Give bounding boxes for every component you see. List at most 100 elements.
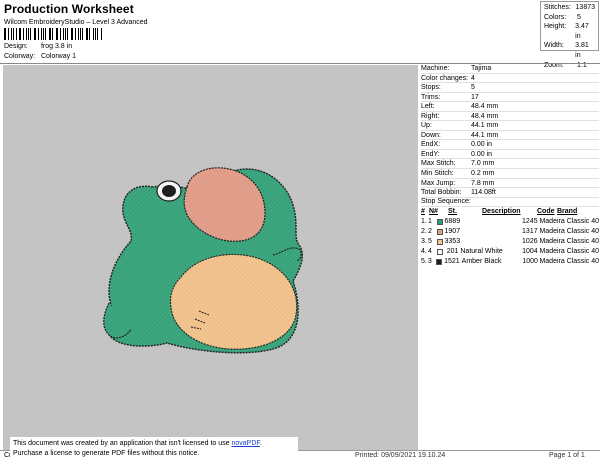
info-value: 4 — [471, 74, 475, 82]
stat-value: 5 — [577, 13, 581, 21]
notice-period: . — [259, 440, 262, 447]
barcode-bar — [57, 28, 59, 40]
info-label: Max Jump: — [421, 179, 456, 187]
info-label: Up: — [421, 122, 432, 130]
thread-code: 1004 — [522, 248, 538, 255]
color-swatch-cell — [436, 239, 445, 245]
stop-table-header-cell: Brand — [557, 208, 578, 215]
stitch-count: 201 — [446, 248, 459, 255]
thread-description: Natural White — [460, 248, 503, 255]
info-value: 17 — [471, 93, 479, 101]
needle-number: 2 — [427, 228, 432, 235]
stop-index: 1. — [421, 218, 427, 225]
info-value: 44.1 mm — [471, 122, 499, 130]
barcode-bar — [18, 28, 20, 40]
stop-index: 3. — [421, 238, 427, 245]
info-label: Color changes: — [421, 74, 469, 82]
needle-number: 3 — [427, 258, 432, 265]
printed-timestamp: Printed: 09/09/2021 19.10.24 — [355, 452, 446, 459]
barcode-bar — [82, 28, 83, 40]
notice-text-1: This document was created by an applicat… — [13, 440, 232, 447]
color-swatch-cell — [436, 249, 445, 255]
stop-table-row: 3. 5 3353 1026 Madeira Classic 40 — [421, 237, 599, 247]
stop-table-header-cell: St. — [448, 208, 457, 215]
info-row: Trims: 17 — [421, 93, 599, 103]
info-row: Max Stitch: 7.0 mm — [421, 159, 599, 170]
needle-number: 1 — [427, 218, 432, 225]
info-label: Max Stitch: — [421, 160, 456, 168]
barcode — [4, 28, 102, 40]
info-value: 48.4 mm — [471, 103, 499, 111]
info-row: Up: 44.1 mm — [421, 121, 599, 131]
thread-brand: Madeira Classic 40 — [539, 228, 599, 235]
info-row: Min Stitch: 0.2 mm — [421, 169, 599, 179]
info-value: 0.00 in — [471, 150, 493, 158]
barcode-bar — [78, 28, 79, 40]
page-title: Production Worksheet — [4, 2, 134, 16]
color-swatch — [436, 249, 443, 255]
thread-code: 1317 — [522, 228, 538, 235]
barcode-bar — [26, 28, 27, 40]
stat-row: Colors: 5 — [544, 13, 595, 23]
info-row: Down: 44.1 mm — [421, 131, 599, 141]
color-swatch-cell — [436, 259, 444, 265]
novapdf-link[interactable]: novaPDF — [231, 440, 259, 447]
barcode-bar — [52, 28, 54, 40]
color-swatch — [436, 259, 443, 265]
info-label: Trims: — [421, 93, 441, 101]
stop-table-header-cell: N# — [429, 208, 438, 215]
color-swatch — [436, 229, 443, 235]
barcode-bar — [37, 28, 39, 40]
barcode-bar — [12, 28, 14, 40]
thread-brand: Madeira Classic 40 — [539, 248, 600, 255]
info-label: Machine: — [421, 65, 450, 72]
stat-value: 3.81 in — [575, 42, 589, 59]
stat-value: 13873 — [575, 4, 595, 11]
info-row: Right: 48.4 mm — [421, 112, 599, 122]
frog-belly — [169, 253, 298, 350]
needle-number: 5 — [427, 238, 432, 245]
info-value: 7.8 mm — [471, 179, 495, 187]
stat-row: Height: 3.47 in — [544, 22, 595, 41]
info-label: Total Bobbin: — [421, 189, 462, 197]
color-swatch — [436, 219, 443, 225]
thread-code: 1026 — [522, 238, 538, 245]
frog-embroidery-preview — [103, 167, 303, 354]
barcode-bar — [42, 28, 44, 40]
info-row: Max Jump: 7.8 mm — [421, 179, 599, 189]
stat-label: Width: — [544, 42, 564, 50]
design-row: Design: frog 3.8 in — [4, 43, 72, 50]
stat-row: Width: 3.81 in — [544, 41, 595, 60]
stat-row: Stitches: 13873 — [544, 3, 595, 13]
design-value: frog 3.8 in — [40, 43, 73, 50]
barcode-bar — [30, 28, 32, 40]
stop-table-header: # N# St. Description Code Brand — [421, 207, 599, 217]
info-value: Tajima — [471, 65, 492, 72]
stop-table-row: 1. 1 6889 1245 Madeira Classic 40 — [421, 217, 599, 227]
info-value: 44.1 mm — [471, 131, 499, 139]
barcode-bar — [89, 28, 91, 40]
stop-table-header-cell: Description — [482, 208, 521, 215]
stop-index: 5. — [421, 258, 427, 265]
info-row: Stops: 5 — [421, 83, 599, 93]
colorway-value: Colorway 1 — [40, 53, 76, 60]
info-value: 114.08ft — [471, 189, 496, 197]
info-value: 5 — [471, 84, 475, 92]
stop-sequence-label: Stop Sequence: — [421, 197, 599, 207]
design-canvas[interactable] — [3, 65, 418, 451]
stop-sequence-table: # N# St. Description Code Brand 1. 1 6889 1245 Mad… — [421, 207, 599, 267]
machine-info-table: Machine: Tajima Color changes: 4 Stops: 5 Trim… — [421, 64, 599, 198]
stat-label: Colors: — [544, 13, 567, 21]
colorway-row: Colorway: Colorway 1 — [4, 53, 76, 60]
software-name: Wilcom EmbroideryStudio – Level 3 Advanc… — [4, 19, 148, 26]
info-label: Min Stitch: — [421, 170, 454, 178]
barcode-bar — [5, 28, 6, 40]
thread-brand: Madeira Classic 40 — [539, 238, 599, 245]
info-row: Color changes: 4 — [421, 74, 599, 84]
stop-table-row: 2. 2 1907 1317 Madeira Classic 40 — [421, 227, 599, 237]
info-value: 0.2 mm — [471, 170, 495, 178]
stop-table-row: 4. 4 201 Natural White 1004 Madeira Classic 4… — [421, 247, 599, 257]
stat-label: Stitches: — [544, 4, 571, 11]
barcode-bar — [71, 28, 73, 40]
frog-pupil — [162, 185, 176, 197]
